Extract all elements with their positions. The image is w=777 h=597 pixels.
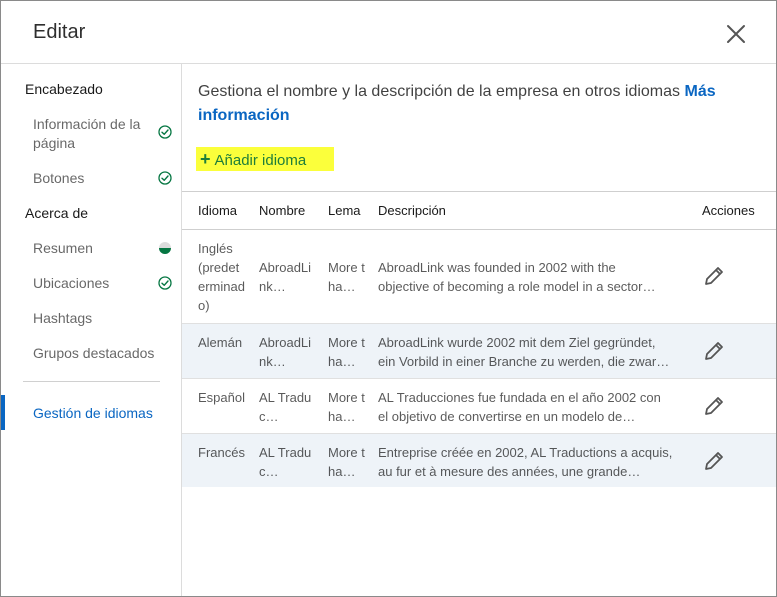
cell-descripcion-line: objective of becoming a role model in a … — [378, 279, 656, 294]
add-language-button[interactable]: + Añadir idioma — [196, 147, 334, 171]
cell-lema: More tha… — [328, 260, 365, 294]
add-language-label: Añadir idioma — [214, 152, 307, 169]
main-panel: Gestiona el nombre y la descripción de l… — [182, 64, 776, 596]
sidebar-item-hashtags[interactable]: Hashtags — [33, 309, 155, 328]
half-circle-icon — [159, 242, 171, 254]
cell-idioma: Alemán — [198, 335, 243, 350]
cell-nombre: AbroadLink… — [259, 260, 312, 294]
cell-descripcion-line: AbroadLink was founded in 2002 with the — [378, 260, 616, 275]
dialog-header: Editar — [1, 1, 776, 64]
sidebar-item-buttons[interactable]: Botones — [33, 169, 155, 188]
cell-idioma: Inglés (predeterminado) — [198, 241, 245, 313]
sidebar-item-page-info[interactable]: Información de la página — [33, 115, 155, 153]
column-header-acciones: Acciones — [702, 203, 755, 218]
edit-pencil-icon[interactable] — [702, 449, 726, 473]
sidebar-item-locations[interactable]: Ubicaciones — [33, 274, 155, 293]
table-row: Inglés (predeterminado) AbroadLink… More… — [182, 230, 776, 324]
sidebar-heading-encabezado: Encabezado — [25, 81, 103, 97]
edit-pencil-icon[interactable] — [702, 339, 726, 363]
edit-dialog: Editar Encabezado Información de la pági… — [0, 0, 777, 597]
table-row: Francés AL Traduc… More tha… Entreprise … — [182, 434, 776, 487]
table-row: Alemán AbroadLink… More tha… AbroadLink … — [182, 324, 776, 379]
cell-descripcion: Entreprise créée en 2002, AL Traductions… — [378, 443, 690, 483]
description-text: Gestiona el nombre y la descripción de l… — [198, 83, 681, 100]
column-header-idioma: Idioma — [198, 203, 238, 218]
cell-descripcion-line: AL Traducciones fue fundada en el año 20… — [378, 390, 661, 405]
sidebar-heading-acerca-de: Acerca de — [25, 205, 89, 221]
languages-table: Idioma Nombre Lema Descripción Acciones … — [182, 191, 776, 487]
cell-idioma: Español — [198, 390, 245, 405]
cell-descripcion-line: el objetivo de convertirse en un modelo … — [378, 409, 636, 424]
cell-descripcion-line: Entreprise créée en 2002, AL Traductions… — [378, 445, 673, 460]
cell-descripcion-line: au fur et à mesure des années, une grand… — [378, 464, 641, 479]
check-circle-icon — [158, 171, 172, 185]
edit-pencil-icon[interactable] — [702, 264, 726, 288]
sidebar-item-summary[interactable]: Resumen — [33, 239, 155, 258]
edit-pencil-icon[interactable] — [702, 394, 726, 418]
cell-nombre: AL Traduc… — [259, 445, 312, 479]
cell-nombre: AbroadLink… — [259, 335, 312, 369]
check-circle-icon — [158, 125, 172, 139]
section-description: Gestiona el nombre y la descripción de l… — [198, 80, 758, 128]
cell-descripcion: AbroadLink was founded in 2002 with the … — [378, 258, 690, 298]
cell-nombre: AL Traduc… — [259, 390, 312, 424]
dialog-title: Editar — [33, 21, 86, 43]
cell-descripcion: AL Traducciones fue fundada en el año 20… — [378, 388, 690, 428]
sidebar-item-featured-groups[interactable]: Grupos destacados — [33, 344, 155, 363]
sidebar-item-language-management[interactable]: Gestión de idiomas — [33, 404, 155, 423]
close-button[interactable] — [720, 18, 752, 50]
column-header-lema: Lema — [328, 203, 361, 218]
active-indicator — [1, 395, 5, 430]
table-row: Español AL Traduc… More tha… AL Traducci… — [182, 379, 776, 434]
sidebar: Encabezado Información de la página Boto… — [1, 64, 182, 596]
check-circle-icon — [158, 276, 172, 290]
cell-lema: More tha… — [328, 335, 365, 369]
column-header-nombre: Nombre — [259, 203, 306, 218]
cell-idioma: Francés — [198, 445, 245, 460]
cell-lema: More tha… — [328, 390, 365, 424]
cell-lema: More tha… — [328, 445, 365, 479]
cell-descripcion-line: AbroadLink wurde 2002 mit dem Ziel gegrü… — [378, 335, 656, 350]
table-header: Idioma Nombre Lema Descripción Acciones — [182, 192, 776, 230]
close-icon — [727, 25, 745, 43]
column-header-descripcion: Descripción — [378, 203, 446, 218]
sidebar-divider — [23, 381, 160, 382]
cell-descripcion-line: ein Vorbild in einer Branche zu werden, … — [378, 354, 670, 369]
cell-descripcion: AbroadLink wurde 2002 mit dem Ziel gegrü… — [378, 333, 690, 373]
plus-icon: + — [200, 149, 211, 169]
